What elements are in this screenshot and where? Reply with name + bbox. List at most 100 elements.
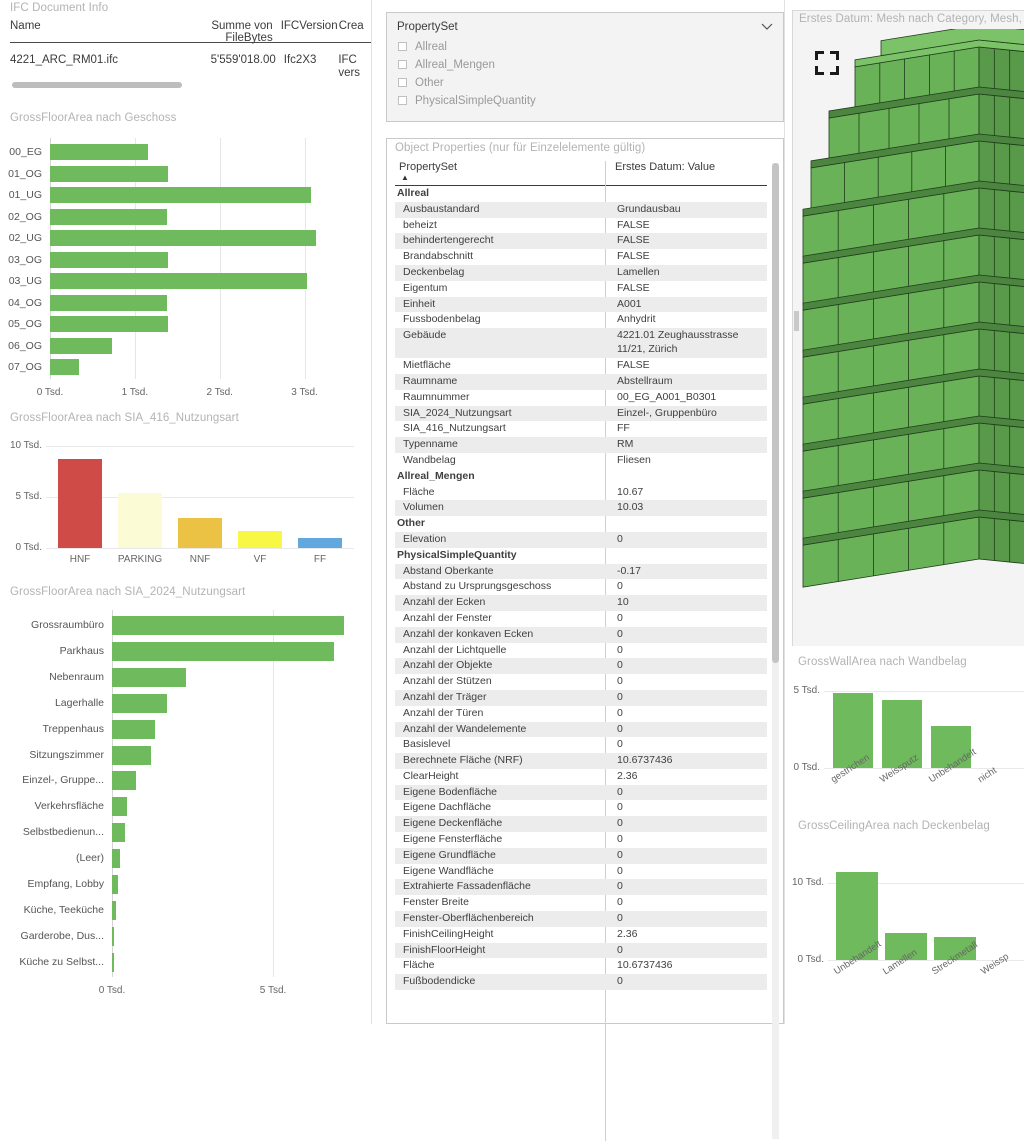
vertical-scrollbar-thumb[interactable] bbox=[772, 163, 779, 663]
property-row[interactable]: Basislevel 0 bbox=[395, 737, 767, 753]
bar[interactable] bbox=[50, 316, 168, 332]
col-header-propertyset[interactable]: PropertySet bbox=[399, 161, 457, 173]
property-group-row[interactable]: PhysicalSimpleQuantity bbox=[395, 548, 767, 564]
col-header-name[interactable]: Name bbox=[10, 20, 167, 44]
bar[interactable] bbox=[112, 745, 151, 765]
property-row[interactable]: Anzahl der Objekte 0 bbox=[395, 658, 767, 675]
property-group-row[interactable]: Allreal bbox=[395, 186, 767, 202]
property-row[interactable]: Raumnummer 00_EG_A001_B0301 bbox=[395, 390, 767, 406]
horizontal-scrollbar[interactable] bbox=[12, 82, 182, 88]
property-row[interactable]: Fussbodenbelag Anhydrit bbox=[395, 312, 767, 328]
bar[interactable] bbox=[112, 719, 156, 739]
mesh-3d-view-panel[interactable]: Erstes Datum: Mesh nach Category, Mesh, … bbox=[792, 10, 1024, 646]
property-row[interactable]: Anzahl der Ecken 10 bbox=[395, 595, 767, 611]
property-row[interactable]: SIA_2024_Nutzungsart Einzel-, Gruppenbüro bbox=[395, 405, 767, 422]
property-row[interactable]: Fläche 10.6737436 bbox=[395, 958, 767, 974]
bar[interactable] bbox=[112, 823, 125, 843]
property-row[interactable]: Anzahl der Träger 0 bbox=[395, 689, 767, 706]
col-header-filebytes[interactable]: Summe von FileBytes bbox=[167, 20, 276, 44]
property-row[interactable]: Anzahl der Türen 0 bbox=[395, 706, 767, 722]
bar[interactable] bbox=[50, 144, 149, 160]
property-row[interactable]: Eigene Bodenfläche 0 bbox=[395, 784, 767, 801]
vertical-scrollbar[interactable] bbox=[794, 311, 799, 331]
property-row[interactable]: Anzahl der Fenster 0 bbox=[395, 611, 767, 627]
bar[interactable] bbox=[112, 797, 127, 817]
property-row[interactable]: Eigene Fensterfläche 0 bbox=[395, 832, 767, 848]
bar[interactable] bbox=[50, 273, 308, 289]
property-row[interactable]: Ausbaustandard Grundausbau bbox=[395, 201, 767, 218]
bar[interactable] bbox=[50, 294, 168, 311]
property-row[interactable]: behindertengerecht FALSE bbox=[395, 233, 767, 250]
bar[interactable] bbox=[178, 518, 222, 548]
property-row[interactable]: Eigene Wandfläche 0 bbox=[395, 864, 767, 880]
bar[interactable] bbox=[50, 187, 312, 203]
property-row[interactable]: Fußbodendicke 0 bbox=[395, 974, 767, 991]
focus-frame-icon[interactable] bbox=[815, 51, 839, 75]
property-row[interactable]: Brandabschnitt FALSE bbox=[395, 249, 767, 265]
propertyset-option-allreal[interactable]: Allreal bbox=[398, 41, 447, 53]
property-group-row[interactable]: Allreal_Mengen bbox=[395, 469, 767, 485]
bar[interactable] bbox=[112, 875, 119, 894]
col-header-ifcversion[interactable]: IFCVersion bbox=[277, 20, 338, 44]
property-row[interactable]: Fenster Breite 0 bbox=[395, 895, 767, 911]
bar[interactable] bbox=[112, 616, 344, 635]
property-row[interactable]: Abstand Oberkante -0.17 bbox=[395, 563, 767, 580]
property-row[interactable]: Einheit A001 bbox=[395, 296, 767, 313]
property-row[interactable]: Fenster-Oberflächenbereich 0 bbox=[395, 911, 767, 927]
bar[interactable] bbox=[238, 530, 282, 548]
bar[interactable] bbox=[118, 492, 162, 548]
checkbox[interactable] bbox=[398, 78, 407, 87]
bar[interactable] bbox=[112, 771, 136, 791]
bar[interactable] bbox=[112, 641, 335, 661]
property-row[interactable]: Anzahl der Stützen 0 bbox=[395, 674, 767, 690]
bar[interactable] bbox=[112, 926, 114, 946]
checkbox[interactable] bbox=[398, 96, 407, 105]
propertyset-option-allreal-mengen[interactable]: Allreal_Mengen bbox=[398, 59, 495, 71]
col-header-value[interactable]: Erstes Datum: Value bbox=[615, 161, 715, 173]
property-row[interactable]: Anzahl der konkaven Ecken 0 bbox=[395, 626, 767, 643]
property-row[interactable]: Wandbelag Fliesen bbox=[395, 453, 767, 469]
property-row[interactable]: Volumen 10.03 bbox=[395, 500, 767, 517]
property-row[interactable]: Eigene Grundfläche 0 bbox=[395, 847, 767, 864]
propertyset-option-physicalsimplequantity[interactable]: PhysicalSimpleQuantity bbox=[398, 95, 536, 107]
checkbox[interactable] bbox=[398, 42, 407, 51]
property-row[interactable]: Mietfläche FALSE bbox=[395, 358, 767, 374]
property-row[interactable]: Berechnete Fläche (NRF) 10.6737436 bbox=[395, 753, 767, 769]
chevron-down-icon[interactable] bbox=[761, 22, 773, 30]
bar[interactable] bbox=[112, 900, 117, 920]
bar[interactable] bbox=[50, 165, 168, 182]
property-row[interactable]: Anzahl der Wandelemente 0 bbox=[395, 721, 767, 738]
property-row[interactable]: FinishCeilingHeight 2.36 bbox=[395, 927, 767, 943]
property-row[interactable]: beheizt FALSE bbox=[395, 218, 767, 234]
property-row[interactable]: Eigene Dachfläche 0 bbox=[395, 800, 767, 816]
bar[interactable] bbox=[50, 208, 167, 225]
property-row[interactable]: Raumname Abstellraum bbox=[395, 373, 767, 390]
property-row[interactable]: Abstand zu Ursprungsgeschoss 0 bbox=[395, 579, 767, 595]
property-row[interactable]: Fläche 10.67 bbox=[395, 485, 767, 501]
propertyset-option-other[interactable]: Other bbox=[398, 77, 444, 89]
bar[interactable] bbox=[50, 359, 79, 375]
property-row[interactable]: Extrahierte Fassadenfläche 0 bbox=[395, 879, 767, 896]
property-row[interactable]: Eigene Deckenfläche 0 bbox=[395, 816, 767, 833]
bar[interactable] bbox=[58, 459, 102, 548]
bar[interactable] bbox=[298, 537, 342, 548]
bar[interactable] bbox=[50, 251, 168, 268]
property-row[interactable]: SIA_416_Nutzungsart FF bbox=[395, 421, 767, 437]
bar[interactable] bbox=[112, 952, 114, 972]
bar[interactable] bbox=[112, 693, 167, 713]
bar[interactable] bbox=[112, 849, 121, 869]
bar[interactable] bbox=[112, 667, 187, 687]
property-row[interactable]: Anzahl der Lichtquelle 0 bbox=[395, 643, 767, 659]
property-row[interactable]: FinishFloorHeight 0 bbox=[395, 942, 767, 959]
property-row[interactable]: Eigentum FALSE bbox=[395, 281, 767, 297]
property-row[interactable]: Gebäude 4221.01 Zeughausstrasse 11/21, Zür… bbox=[395, 328, 767, 359]
property-row[interactable]: Typenname RM bbox=[395, 437, 767, 453]
property-row[interactable]: ClearHeight 2.36 bbox=[395, 769, 767, 785]
property-row[interactable]: Deckenbelag Lamellen bbox=[395, 264, 767, 281]
checkbox[interactable] bbox=[398, 60, 407, 69]
property-group-row[interactable]: Other bbox=[395, 516, 767, 532]
bar[interactable] bbox=[50, 337, 112, 354]
bar[interactable] bbox=[50, 230, 316, 246]
property-row[interactable]: Elevation 0 bbox=[395, 531, 767, 548]
col-header-created[interactable]: Crea bbox=[335, 20, 372, 44]
